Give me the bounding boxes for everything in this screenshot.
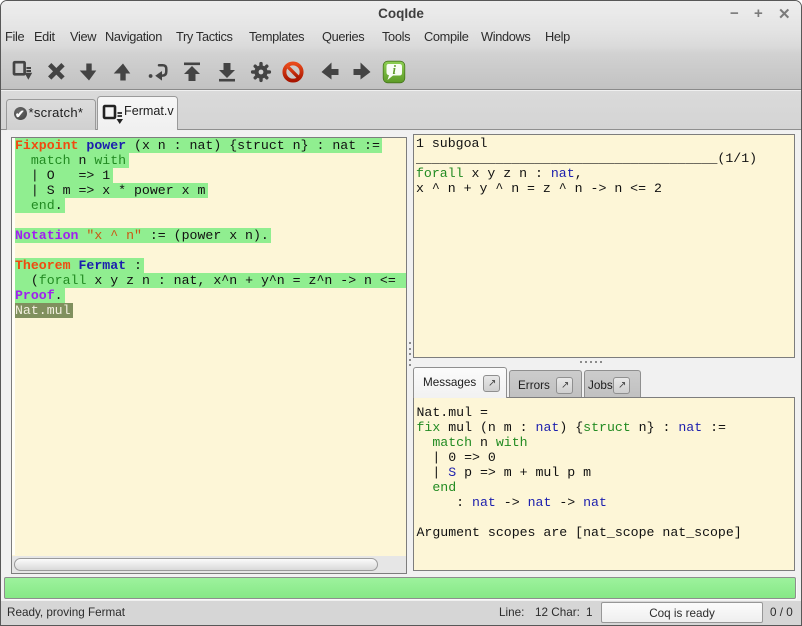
svg-text:i: i bbox=[393, 63, 397, 77]
